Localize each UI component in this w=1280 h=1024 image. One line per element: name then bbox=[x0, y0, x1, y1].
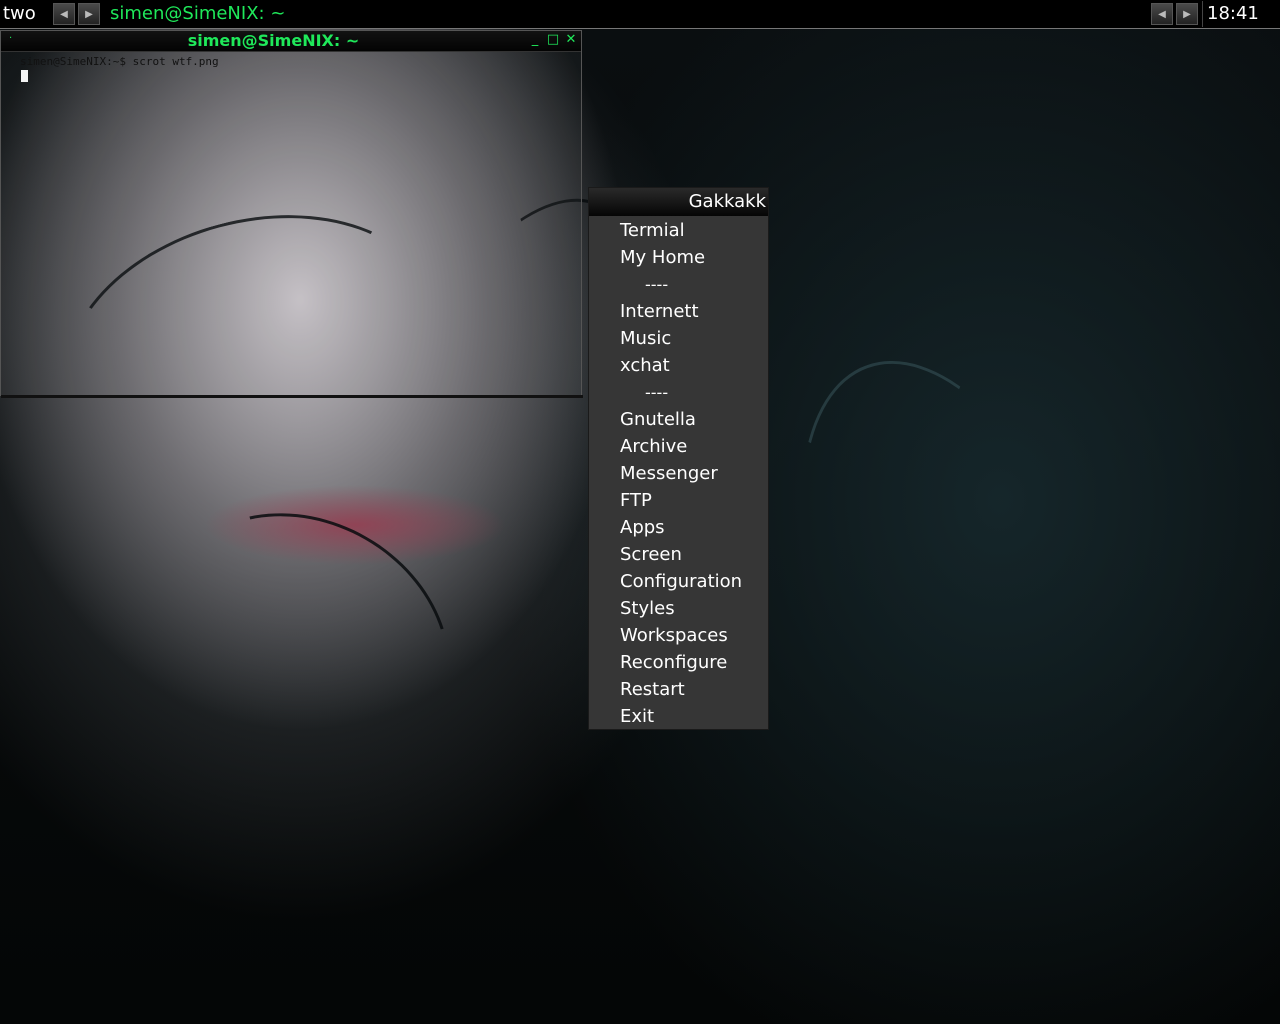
close-icon: ✕ bbox=[565, 32, 577, 47]
terminal-titlebar[interactable]: · simen@SimeNIX: ~ _ □ ✕ bbox=[1, 31, 581, 52]
menu-title: Gakkakk bbox=[589, 188, 768, 216]
menu-item-screen[interactable]: Screen bbox=[589, 541, 768, 568]
clock: 18:41 bbox=[1202, 1, 1280, 27]
menu-item-workspaces[interactable]: Workspaces bbox=[589, 622, 768, 649]
menu-item-xchat[interactable]: xchat bbox=[589, 352, 768, 379]
menu-item-internett[interactable]: Internett bbox=[589, 298, 768, 325]
workspace-name[interactable]: two bbox=[0, 1, 51, 27]
minimize-icon: _ bbox=[531, 32, 539, 47]
menu-item-messenger[interactable]: Messenger bbox=[589, 460, 768, 487]
menu-item-exit[interactable]: Exit bbox=[589, 703, 768, 730]
menu-item-restart[interactable]: Restart bbox=[589, 676, 768, 703]
menu-item-termial[interactable]: Termial bbox=[589, 217, 768, 244]
text-cursor bbox=[21, 70, 28, 82]
menu-item-apps[interactable]: Apps bbox=[589, 514, 768, 541]
terminal-title: simen@SimeNIX: ~ bbox=[187, 31, 360, 50]
menu-item-music[interactable]: Music bbox=[589, 325, 768, 352]
menu-item-configuration[interactable]: Configuration bbox=[589, 568, 768, 595]
left-arrow-icon: ◀ bbox=[60, 9, 68, 20]
menu-item-reconfigure[interactable]: Reconfigure bbox=[589, 649, 768, 676]
terminal-window[interactable]: · simen@SimeNIX: ~ _ □ ✕ simen@SimeNIX:~… bbox=[0, 30, 583, 398]
right-arrow-icon: ▶ bbox=[85, 9, 93, 20]
next-workspace-button[interactable]: ▶ bbox=[78, 3, 100, 25]
prev-window-button[interactable]: ◀ bbox=[1151, 3, 1173, 25]
maximize-button[interactable]: □ bbox=[545, 32, 561, 48]
wallpaper-hair-strand bbox=[741, 319, 1165, 887]
menu-items: Termial My Home ---- Internett Music xchat ---… bbox=[589, 217, 768, 730]
close-button[interactable]: ✕ bbox=[563, 32, 579, 48]
active-window-title[interactable]: simen@SimeNIX: ~ bbox=[110, 1, 285, 27]
right-arrow-icon: ▶ bbox=[1183, 9, 1191, 20]
maximize-icon: □ bbox=[546, 32, 560, 47]
menu-separator: ---- bbox=[645, 383, 669, 402]
menu-item-ftp[interactable]: FTP bbox=[589, 487, 768, 514]
menu-item-my-home[interactable]: My Home bbox=[589, 244, 768, 271]
menu-separator: ---- bbox=[645, 275, 669, 294]
left-arrow-icon: ◀ bbox=[1158, 9, 1166, 20]
menu-item-gnutella[interactable]: Gnutella bbox=[589, 406, 768, 433]
menu-item-styles[interactable]: Styles bbox=[589, 595, 768, 622]
menu-item-archive[interactable]: Archive bbox=[589, 433, 768, 460]
next-window-button[interactable]: ▶ bbox=[1176, 3, 1198, 25]
terminal-prompt-line: simen@SimeNIX:~$ scrot wtf.png bbox=[20, 55, 219, 68]
terminal-body[interactable]: simen@SimeNIX:~$ scrot wtf.png bbox=[1, 52, 581, 395]
prev-workspace-button[interactable]: ◀ bbox=[53, 3, 75, 25]
root-menu: Gakkakk Termial My Home ---- Internett Music… bbox=[588, 187, 769, 730]
minimize-button[interactable]: _ bbox=[527, 32, 543, 48]
top-toolbar: two ◀ ▶ simen@SimeNIX: ~ ◀ ▶ 18:41 bbox=[0, 0, 1280, 29]
terminal-bottom-border bbox=[1, 395, 583, 398]
